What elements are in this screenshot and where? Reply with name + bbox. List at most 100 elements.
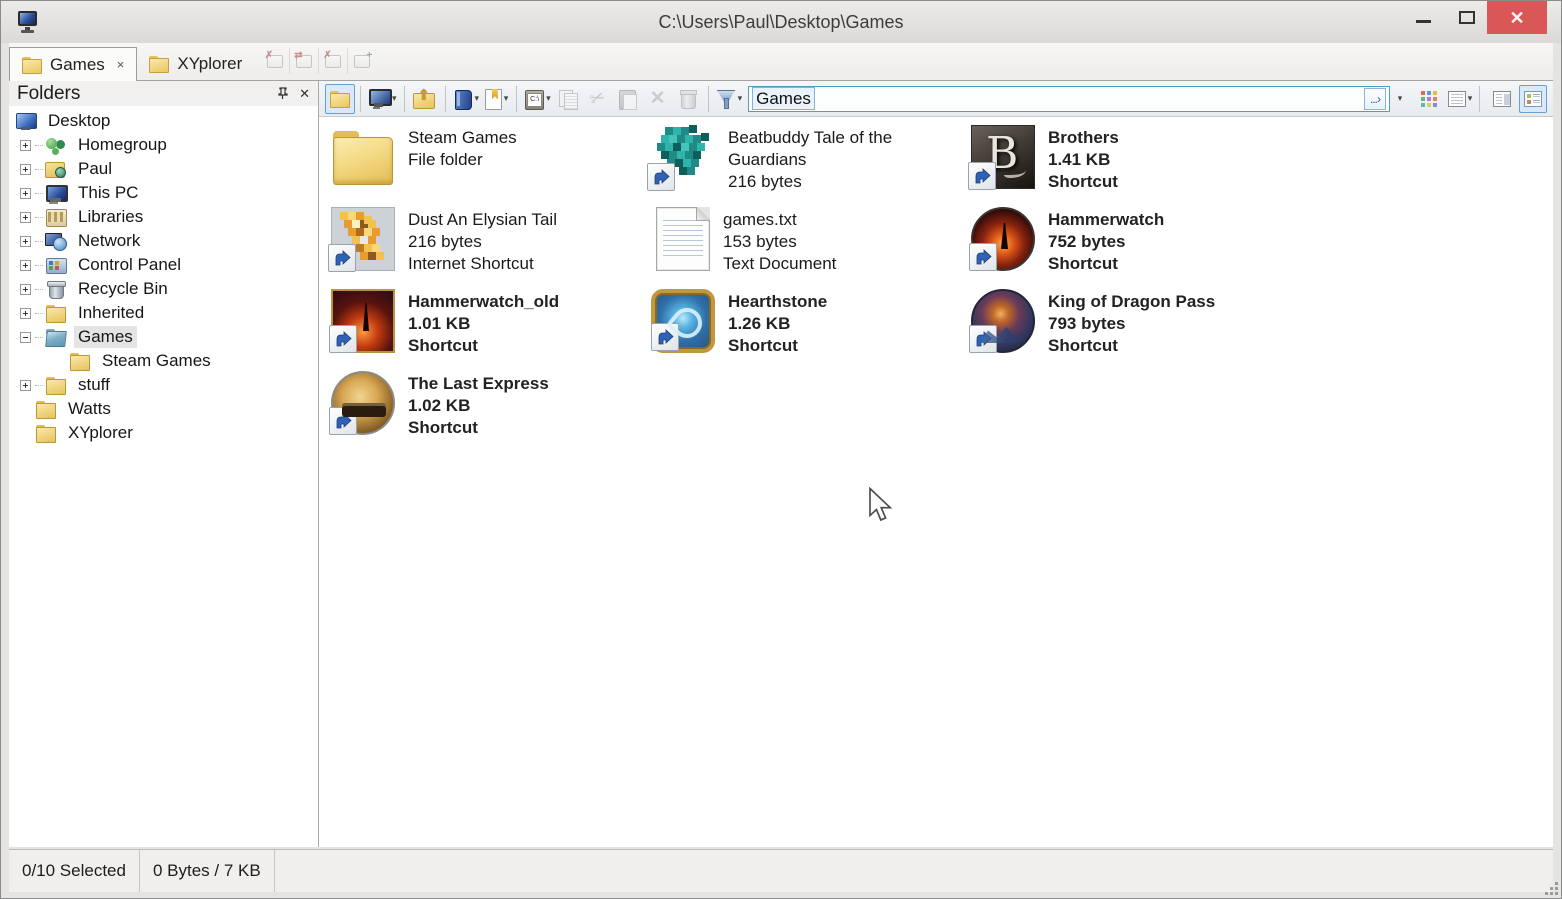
expand-plus-icon[interactable] xyxy=(20,236,31,247)
file-size: 752 bytes xyxy=(1048,231,1164,253)
tab-page-green-plus-icon[interactable] xyxy=(347,48,376,74)
tab-games[interactable]: Games × xyxy=(9,47,137,81)
tab-page-red-arrows-icon[interactable] xyxy=(289,48,318,74)
columns-view-button[interactable] xyxy=(1488,85,1516,113)
file-tile-brothers[interactable]: Brothers 1.41 KB Shortcut xyxy=(971,123,1291,205)
collapse-minus-icon[interactable] xyxy=(20,332,31,343)
tree-item-network[interactable]: Network xyxy=(9,229,318,253)
tree-item-desktop[interactable]: Desktop xyxy=(9,109,318,133)
go-arrow-icon: ...› xyxy=(1370,92,1380,106)
shortcut-arrow-icon xyxy=(969,325,997,353)
expand-plus-icon[interactable] xyxy=(20,260,31,271)
browse-folder-button[interactable] xyxy=(325,84,355,114)
tab-close-icon[interactable]: × xyxy=(117,57,125,72)
toolbar: ▾ ▾ ▾ ▾ xyxy=(319,81,1553,117)
file-tile-steam-games[interactable]: Steam Games File folder xyxy=(331,123,651,205)
control-panel-icon xyxy=(45,255,67,275)
close-icon[interactable]: ✕ xyxy=(299,87,310,100)
tree-item-watts[interactable]: Watts xyxy=(9,397,318,421)
folders-panel-header: Folders ✕ xyxy=(9,81,318,106)
copy-icon xyxy=(558,89,578,109)
maximize-button[interactable] xyxy=(1447,1,1487,34)
expand-plus-icon[interactable] xyxy=(20,380,31,391)
copy-button[interactable] xyxy=(553,84,583,114)
file-tile-hammerwatch[interactable]: Hammerwatch 752 bytes Shortcut xyxy=(971,205,1291,287)
beatbuddy-pixel-icon xyxy=(651,125,715,189)
tab-page-red-cross-icon[interactable] xyxy=(318,48,347,74)
resize-grip[interactable] xyxy=(1545,882,1559,896)
file-name: Hammerwatch_old xyxy=(408,291,559,313)
address-dropdown-button[interactable]: ▾ xyxy=(1390,87,1408,111)
details-view-button[interactable]: ▾ xyxy=(1446,85,1474,113)
tree-item-steam-games[interactable]: Steam Games xyxy=(9,349,318,373)
libraries-icon xyxy=(45,207,67,227)
go-up-button[interactable] xyxy=(410,84,440,114)
file-tile-dust[interactable]: Dust An Elysian Tail 216 bytes Internet … xyxy=(331,205,651,287)
recycle-button[interactable] xyxy=(673,84,703,114)
tree-item-games[interactable]: Games xyxy=(9,325,318,349)
tree-item-xyplorer[interactable]: XYplorer xyxy=(9,421,318,445)
title-bar[interactable]: C:\Users\Paul\Desktop\Games ✕ xyxy=(1,1,1561,43)
tree-item-inherited[interactable]: Inherited xyxy=(9,301,318,325)
file-tile-games-txt[interactable]: games.txt 153 bytes Text Document xyxy=(651,205,971,287)
paste-button[interactable] xyxy=(613,84,643,114)
file-tile-king-of-dragon-pass[interactable]: King of Dragon Pass 793 bytes Shortcut xyxy=(971,287,1291,369)
folder-tree: Desktop Homegroup Paul This PC xyxy=(9,106,318,847)
delete-button[interactable]: ✕ xyxy=(643,84,673,114)
file-tile-hammerwatch-old[interactable]: Hammerwatch_old 1.01 KB Shortcut xyxy=(331,287,651,369)
file-tile-the-last-express[interactable]: The Last Express 1.02 KB Shortcut xyxy=(331,369,651,451)
expand-plus-icon[interactable] xyxy=(20,284,31,295)
file-name: Hearthstone xyxy=(728,291,827,313)
view-buttons: ▾ xyxy=(1412,85,1547,113)
paste-icon xyxy=(619,89,637,109)
network-icon xyxy=(45,231,67,251)
folder-icon xyxy=(35,399,57,419)
minimize-button[interactable] xyxy=(1403,1,1443,34)
address-value[interactable]: Games xyxy=(752,87,815,110)
close-button[interactable]: ✕ xyxy=(1487,1,1547,34)
hammerwatch-sunset-icon xyxy=(971,207,1035,271)
shortcut-arrow-icon xyxy=(328,244,356,272)
desktop-icon xyxy=(15,111,37,131)
last-express-train-icon xyxy=(331,371,395,435)
catalog-button[interactable]: ▾ xyxy=(451,84,482,114)
file-size: 153 bytes xyxy=(723,231,836,253)
go-button[interactable]: ...› xyxy=(1364,88,1386,110)
tree-item-libraries[interactable]: Libraries xyxy=(9,205,318,229)
filter-button[interactable]: ▾ xyxy=(714,84,745,114)
window-title: C:\Users\Paul\Desktop\Games xyxy=(201,1,1361,43)
cut-button[interactable]: ✂ xyxy=(583,84,613,114)
file-size: 1.01 KB xyxy=(408,313,559,335)
tab-page-red-mark-icon[interactable] xyxy=(260,48,289,74)
recent-path-button[interactable]: ▾ xyxy=(522,84,553,114)
file-type: Text Document xyxy=(723,253,836,275)
drives-button[interactable]: ▾ xyxy=(366,84,399,114)
tree-item-control-panel[interactable]: Control Panel xyxy=(9,253,318,277)
address-bar-input[interactable]: Games ...› xyxy=(748,86,1390,112)
tiles-view-button[interactable] xyxy=(1519,85,1547,113)
hammerwatch-old-sunset-icon xyxy=(331,289,395,353)
push-pin-icon[interactable] xyxy=(277,87,289,100)
expand-plus-icon[interactable] xyxy=(20,308,31,319)
icons-view-button[interactable] xyxy=(1415,85,1443,113)
computer-icon xyxy=(45,183,67,203)
favorites-button[interactable]: ▾ xyxy=(481,84,511,114)
tab-xyplorer[interactable]: XYplorer xyxy=(137,47,254,80)
expand-plus-icon[interactable] xyxy=(20,140,31,151)
tree-item-paul[interactable]: Paul xyxy=(9,157,318,181)
file-size: 793 bytes xyxy=(1048,313,1215,335)
tree-item-this-pc[interactable]: This PC xyxy=(9,181,318,205)
file-name: Dust An Elysian Tail xyxy=(408,209,557,231)
file-tile-hearthstone[interactable]: Hearthstone 1.26 KB Shortcut xyxy=(651,287,971,369)
tree-item-recycle-bin[interactable]: Recycle Bin xyxy=(9,277,318,301)
file-tile-beatbuddy[interactable]: Beatbuddy Tale of the Guardians 216 byte… xyxy=(651,123,971,205)
expand-plus-icon[interactable] xyxy=(20,212,31,223)
folder-icon xyxy=(45,375,67,395)
tree-item-homegroup[interactable]: Homegroup xyxy=(9,133,318,157)
expand-plus-icon[interactable] xyxy=(20,188,31,199)
clipboard-path-icon xyxy=(524,89,544,109)
tree-item-stuff[interactable]: stuff xyxy=(9,373,318,397)
expand-plus-icon[interactable] xyxy=(20,164,31,175)
recycle-bin-icon xyxy=(680,89,696,108)
app-monitor-icon[interactable] xyxy=(16,10,40,34)
